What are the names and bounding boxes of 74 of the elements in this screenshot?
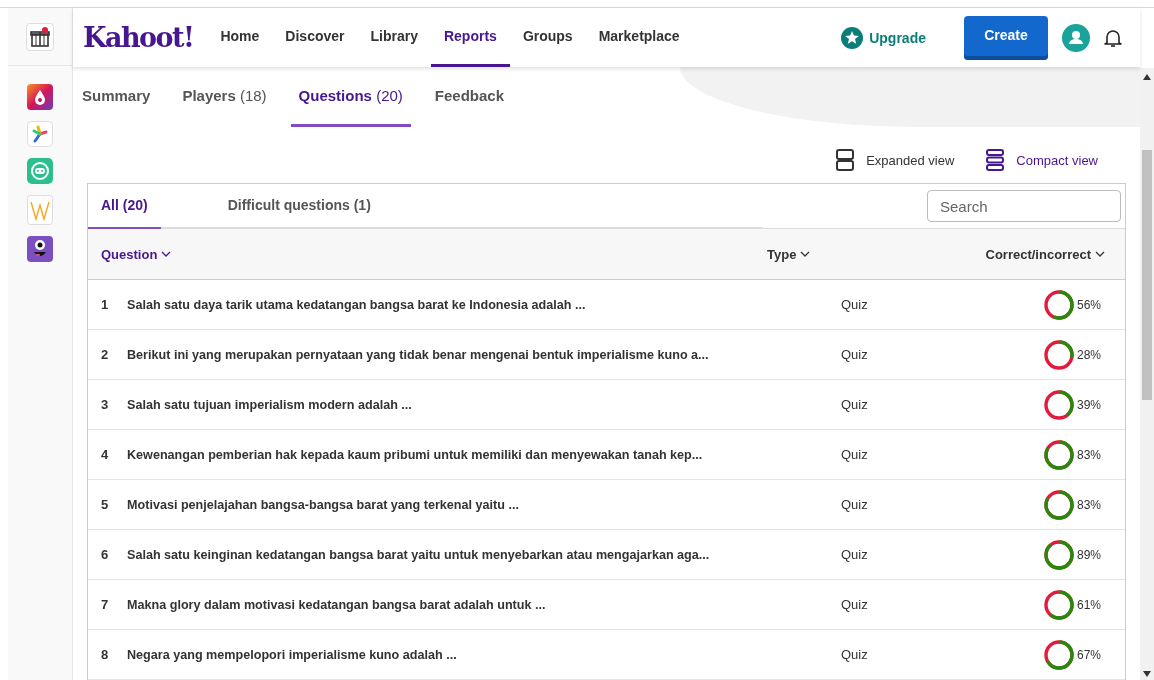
donut-chart (1043, 639, 1074, 670)
nav-link[interactable]: Marketplace (585, 8, 693, 67)
search-field[interactable]: Search (927, 190, 1121, 222)
donut-chart (1043, 289, 1074, 320)
donut-chart (1043, 539, 1074, 570)
row-number: 8 (100, 647, 110, 662)
kahoot-logo[interactable]: Kahoot! (83, 22, 194, 53)
question-type: Quiz (841, 297, 869, 312)
percent-correct: 39% (1076, 397, 1101, 412)
question-type: Quiz (841, 447, 869, 462)
row-number: 4 (100, 447, 110, 462)
question-type: Quiz (841, 647, 869, 662)
row-number: 5 (100, 497, 110, 512)
question-type: Quiz (841, 397, 869, 412)
chevron-down-icon (800, 250, 811, 258)
question-type: Quiz (841, 547, 869, 562)
notification-bell-icon[interactable] (1104, 27, 1122, 48)
nav-link[interactable]: Reports (430, 8, 510, 67)
percent-correct: 28% (1076, 347, 1101, 362)
percent-correct: 83% (1076, 497, 1101, 512)
view-toggle[interactable]: Compact view (986, 149, 1098, 171)
nav-link[interactable]: Library (357, 8, 431, 67)
row-number: 7 (100, 597, 110, 612)
row-number: 2 (100, 347, 110, 362)
question-text[interactable]: Makna glory dalam motivasi kedatangan bangsa barat adalah untuk ... (127, 597, 841, 612)
question-type: Quiz (841, 497, 869, 512)
monster-app-icon[interactable] (27, 236, 53, 262)
report-tab[interactable]: Players (18) (174, 67, 275, 127)
donut-chart (1043, 589, 1074, 620)
percent-correct: 56% (1076, 297, 1101, 312)
report-tab[interactable]: Feedback (426, 67, 512, 127)
filter-tab[interactable]: Difficult questions (1) (214, 183, 384, 229)
view-toggle[interactable]: Expanded view (836, 149, 955, 171)
create-button[interactable]: Create (964, 15, 1048, 60)
nav-link[interactable]: Groups (509, 8, 586, 67)
question-text[interactable]: Salah satu daya tarik utama kedatangan bangsa barat ke Indonesia adalah ... (127, 297, 841, 312)
scrollbar[interactable] (1140, 68, 1154, 680)
row-number: 1 (100, 297, 110, 312)
question-text[interactable]: Kewenangan pemberian hak kepada kaum pribumi untuk memiliki dan menyewakan tanah kep... (127, 447, 841, 462)
column-header[interactable]: Correct/incorrect (985, 246, 1105, 262)
three-rows-icon (986, 149, 1005, 171)
column-header[interactable]: Question (101, 246, 767, 262)
question-type: Quiz (841, 597, 869, 612)
star-app-icon[interactable] (27, 121, 53, 147)
chevron-down-icon (1095, 250, 1105, 258)
chevron-down-icon (161, 250, 172, 258)
report-tab[interactable]: Summary (74, 67, 159, 127)
percent-correct: 83% (1076, 447, 1101, 462)
column-header[interactable]: Type (767, 246, 811, 262)
drop-app-icon[interactable] (27, 84, 53, 110)
nav-link[interactable]: Discover (272, 8, 358, 67)
scrollbar-thumb[interactable] (1142, 150, 1152, 400)
percent-correct: 67% (1076, 647, 1101, 662)
percent-correct: 89% (1076, 547, 1101, 562)
gift-icon[interactable] (26, 23, 54, 51)
donut-chart (1043, 339, 1074, 370)
percent-correct: 61% (1076, 597, 1101, 612)
question-text[interactable]: Salah satu keinginan kedatangan bangsa barat yaitu untuk menyebarkan atau mengajarkan aga... (127, 547, 841, 562)
question-text[interactable]: Salah satu tujuan imperialism modern adalah ... (127, 397, 841, 412)
row-number: 3 (100, 397, 110, 412)
nav-link[interactable]: Home (207, 8, 273, 67)
question-type: Quiz (841, 347, 869, 362)
question-text[interactable]: Motivasi penjelajahan bangsa-bangsa barat yang terkenal yaitu ... (127, 497, 841, 512)
scroll-up-icon[interactable] (1143, 74, 1151, 80)
donut-chart (1043, 439, 1074, 470)
donut-chart (1043, 389, 1074, 420)
row-number: 6 (100, 547, 110, 562)
upgrade-link[interactable]: Upgrade (841, 26, 926, 49)
donut-chart (1043, 489, 1074, 520)
question-text[interactable]: Berikut ini yang merupakan pernyataan yang tidak benar mengenai bentuk imperialisme kuno a... (127, 347, 841, 362)
scroll-down-icon[interactable] (1143, 671, 1151, 677)
two-rows-icon (836, 149, 855, 171)
question-text[interactable]: Negara yang mempelopori imperialisme kuno adalah ... (127, 647, 841, 662)
avatar-icon[interactable] (1062, 23, 1090, 52)
